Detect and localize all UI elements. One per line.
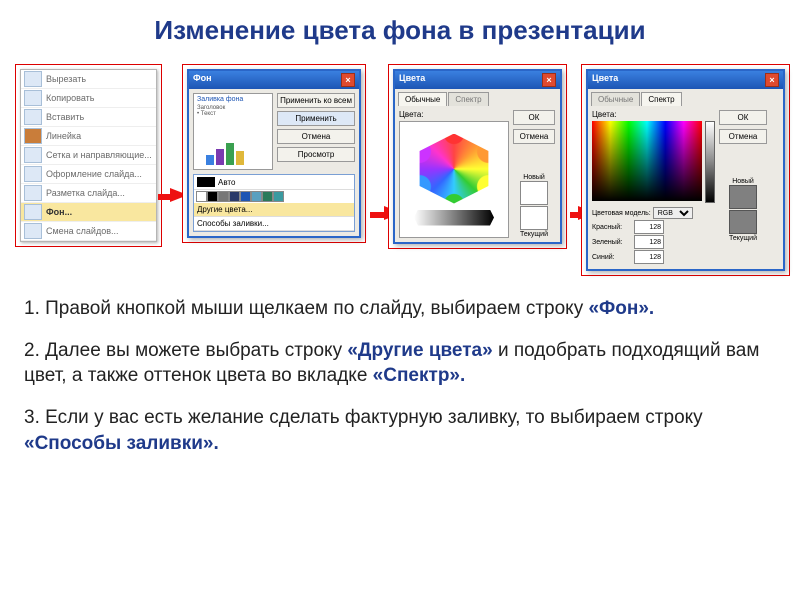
- grayscale-bar: [414, 210, 494, 226]
- luminosity-slider[interactable]: [705, 121, 715, 203]
- spectrum-picker[interactable]: [592, 121, 702, 201]
- color-model-select[interactable]: RGB: [653, 207, 693, 219]
- page-title: Изменение цвета фона в презентации: [0, 15, 800, 46]
- hexagon-icon: [414, 134, 494, 204]
- instructions: 1. Правой кнопкой мыши щелкаем по слайду…: [0, 276, 800, 456]
- cancel-button[interactable]: Отмена: [513, 129, 555, 144]
- fon-dialog: Фон × Заливка фона Заголовок • Текст: [187, 69, 361, 238]
- tab-spectrum[interactable]: Спектр: [641, 92, 681, 106]
- fon-titlebar: Фон ×: [189, 71, 359, 89]
- color-compare: Новый Текущий: [719, 178, 767, 242]
- ok-button[interactable]: ОК: [719, 110, 767, 125]
- colors-dialog-standard: Цвета × Обычные Спектр Цвета: ОК Отмена: [393, 69, 562, 244]
- ok-button[interactable]: ОК: [513, 110, 555, 125]
- red-input[interactable]: [634, 220, 664, 234]
- model-label: Цветовая модель:: [592, 210, 651, 217]
- ctx-design[interactable]: Оформление слайда...: [21, 165, 156, 184]
- step-2: 2. Далее вы можете выбрать строку «Други…: [24, 338, 776, 389]
- context-menu: Вырезать Копировать Вставить Линейка Сет…: [20, 69, 157, 242]
- chart-icon: [206, 143, 244, 165]
- tab-standard[interactable]: Обычные: [398, 92, 447, 106]
- close-icon[interactable]: ×: [341, 73, 355, 87]
- panel-context-menu: Вырезать Копировать Вставить Линейка Сет…: [15, 64, 162, 247]
- apply-button[interactable]: Применить: [277, 111, 355, 126]
- close-icon[interactable]: ×: [765, 73, 779, 87]
- arrow-stem-2: [370, 212, 384, 218]
- fon-preview: Заливка фона Заголовок • Текст: [193, 93, 273, 170]
- ctx-layout[interactable]: Разметка слайда...: [21, 184, 156, 203]
- cancel-button[interactable]: Отмена: [719, 129, 767, 144]
- ctx-background[interactable]: Фон...: [21, 203, 156, 222]
- colors-dialog-spectrum: Цвета × Обычные Спектр Цвета: Цветовая м…: [586, 69, 785, 271]
- color-compare: Новый Текущий: [513, 174, 555, 238]
- colors-label: Цвета:: [592, 110, 715, 119]
- step-3: 3. Если у вас есть желание сделать факту…: [24, 405, 776, 456]
- dd-swatches[interactable]: [194, 190, 354, 203]
- colors-label: Цвета:: [399, 110, 509, 119]
- arrow-stem-3: [570, 212, 578, 218]
- blue-input[interactable]: [634, 250, 664, 264]
- preview-button[interactable]: Просмотр: [277, 147, 355, 162]
- hex-color-picker[interactable]: [399, 121, 509, 238]
- dd-other-colors[interactable]: Другие цвета...: [194, 203, 354, 217]
- rgb-fields: Цветовая модель: RGB Красный: Зеленый: С…: [592, 207, 715, 265]
- panel-colors-spectrum: Цвета × Обычные Спектр Цвета: Цветовая м…: [581, 64, 790, 276]
- dd-auto[interactable]: Авто: [194, 175, 354, 190]
- ctx-transition[interactable]: Смена слайдов...: [21, 222, 156, 241]
- colors-titlebar: Цвета ×: [395, 71, 560, 89]
- close-icon[interactable]: ×: [542, 73, 556, 87]
- tab-standard[interactable]: Обычные: [591, 92, 640, 106]
- ctx-copy[interactable]: Копировать: [21, 89, 156, 108]
- step-1: 1. Правой кнопкой мыши щелкаем по слайду…: [24, 296, 776, 322]
- apply-all-button[interactable]: Применить ко всем: [277, 93, 355, 108]
- green-input[interactable]: [634, 235, 664, 249]
- panel-fon-dialog: Фон × Заливка фона Заголовок • Текст: [182, 64, 366, 243]
- ctx-paste[interactable]: Вставить: [21, 108, 156, 127]
- colors-titlebar: Цвета ×: [588, 71, 783, 89]
- cancel-button[interactable]: Отмена: [277, 129, 355, 144]
- arrow-stem-1: [158, 194, 170, 200]
- ctx-ruler[interactable]: Линейка: [21, 127, 156, 146]
- ctx-cut[interactable]: Вырезать: [21, 70, 156, 89]
- color-dropdown[interactable]: Авто Другие цвета... Способы заливки...: [193, 174, 355, 232]
- panel-colors-standard: Цвета × Обычные Спектр Цвета: ОК Отмена: [388, 64, 567, 249]
- ctx-grid[interactable]: Сетка и направляющие...: [21, 146, 156, 165]
- panels-row: Вырезать Копировать Вставить Линейка Сет…: [0, 64, 800, 276]
- dd-fill-methods[interactable]: Способы заливки...: [194, 217, 354, 231]
- tab-spectrum[interactable]: Спектр: [448, 92, 488, 106]
